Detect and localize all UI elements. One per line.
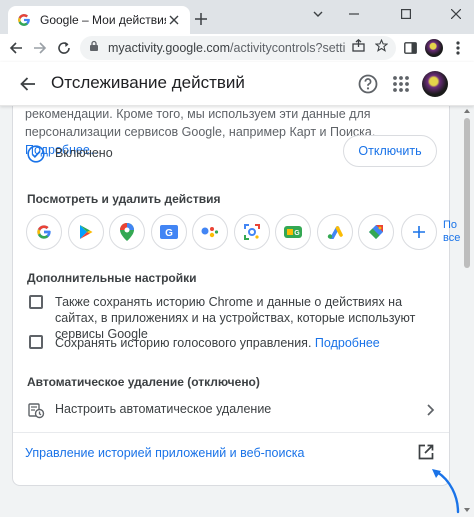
- reload-icon[interactable]: [52, 36, 76, 60]
- more-products-label-line2: все: [443, 232, 461, 244]
- auto-delete-icon: [27, 401, 45, 419]
- divider: [13, 432, 449, 433]
- chevron-right-icon[interactable]: [423, 403, 437, 417]
- open-in-new-icon[interactable]: [417, 443, 437, 463]
- forward-icon[interactable]: [28, 36, 52, 60]
- browser-toolbar: myactivity.google.com/activitycontrols?s…: [0, 34, 474, 62]
- advanced-section-title: Дополнительные настройки: [27, 271, 197, 285]
- product-icons-row: G G: [26, 214, 400, 250]
- voice-more-link[interactable]: Подробнее: [315, 336, 380, 350]
- google-lens-icon[interactable]: [233, 214, 270, 250]
- svg-text:G: G: [294, 230, 300, 237]
- site-info-icon[interactable]: [88, 39, 100, 57]
- google-play-games-icon[interactable]: G: [275, 214, 311, 250]
- voice-history-checkbox[interactable]: [29, 335, 43, 349]
- page-title: Отслеживание действий: [51, 73, 245, 92]
- arrow-back-icon[interactable]: [16, 72, 40, 96]
- url-text[interactable]: myactivity.google.com/activitycontrols?s…: [108, 41, 346, 55]
- scroll-thumb[interactable]: [464, 118, 470, 268]
- more-products-label-line1: По: [443, 219, 458, 231]
- address-bar[interactable]: myactivity.google.com/activitycontrols?s…: [80, 36, 396, 60]
- tab-strip: Google – Мои действия: [0, 0, 474, 34]
- google-assistant-icon[interactable]: [192, 214, 228, 250]
- url-path: /activitycontrols?settings=s…: [230, 41, 346, 55]
- url-domain: myactivity.google.com: [108, 41, 231, 55]
- voice-history-label: Сохранять историю голосового управления.…: [55, 335, 435, 351]
- google-shopping-icon[interactable]: [358, 214, 394, 250]
- google-news-icon[interactable]: G: [150, 214, 187, 250]
- page-header: Отслеживание действий: [0, 62, 474, 106]
- more-products-label: По все: [443, 219, 460, 245]
- activity-card: рекомендации. Кроме того, мы используем …: [12, 106, 460, 486]
- google-search-icon[interactable]: [26, 214, 62, 250]
- back-icon[interactable]: [4, 36, 28, 60]
- star-icon[interactable]: [374, 38, 389, 57]
- voice-history-text: Сохранять историю голосового управления.: [55, 336, 312, 350]
- scroll-up-icon[interactable]: [462, 106, 472, 116]
- autodelete-section-title: Автоматическое удаление (отключено): [27, 375, 260, 389]
- share-icon[interactable]: [352, 38, 365, 57]
- chevron-down-icon[interactable]: [300, 0, 336, 28]
- apps-grid-icon[interactable]: [391, 74, 411, 94]
- more-products-button[interactable]: По все: [401, 214, 460, 250]
- close-window-icon[interactable]: [438, 0, 474, 28]
- google-ads-icon[interactable]: [316, 214, 353, 250]
- browser-tab[interactable]: Google – Мои действия: [8, 6, 190, 34]
- maximize-icon[interactable]: [388, 0, 424, 28]
- google-maps-icon[interactable]: [109, 214, 145, 250]
- svg-text:G: G: [165, 228, 173, 239]
- check-circle-icon: [27, 145, 45, 163]
- status-label: Включено: [55, 146, 113, 160]
- minimize-icon[interactable]: [336, 0, 372, 28]
- manage-history-link[interactable]: Управление историей приложений и веб-пои…: [25, 446, 304, 460]
- tab-title: Google – Мои действия: [40, 13, 166, 27]
- avatar[interactable]: [422, 36, 446, 60]
- plus-icon[interactable]: [192, 10, 210, 28]
- view-section-title: Посмотреть и удалить действия: [27, 192, 221, 206]
- plus-icon: [401, 214, 437, 250]
- disable-button[interactable]: Отключить: [343, 135, 437, 167]
- account-avatar[interactable]: [422, 71, 448, 97]
- chrome-history-checkbox[interactable]: [29, 295, 43, 309]
- pointer-arrow-icon: [428, 466, 464, 514]
- help-icon[interactable]: [357, 73, 379, 95]
- google-play-icon[interactable]: [67, 214, 104, 250]
- sidepanel-icon[interactable]: [398, 36, 422, 60]
- google-favicon: [16, 12, 32, 28]
- scrollbar[interactable]: [462, 106, 472, 517]
- close-icon[interactable]: [166, 12, 182, 28]
- autodelete-action[interactable]: Настроить автоматическое удаление: [55, 402, 271, 416]
- kebab-menu-icon[interactable]: [446, 36, 470, 60]
- description-body: рекомендации. Кроме того, мы используем …: [25, 107, 376, 139]
- main-content: рекомендации. Кроме того, мы используем …: [0, 106, 474, 517]
